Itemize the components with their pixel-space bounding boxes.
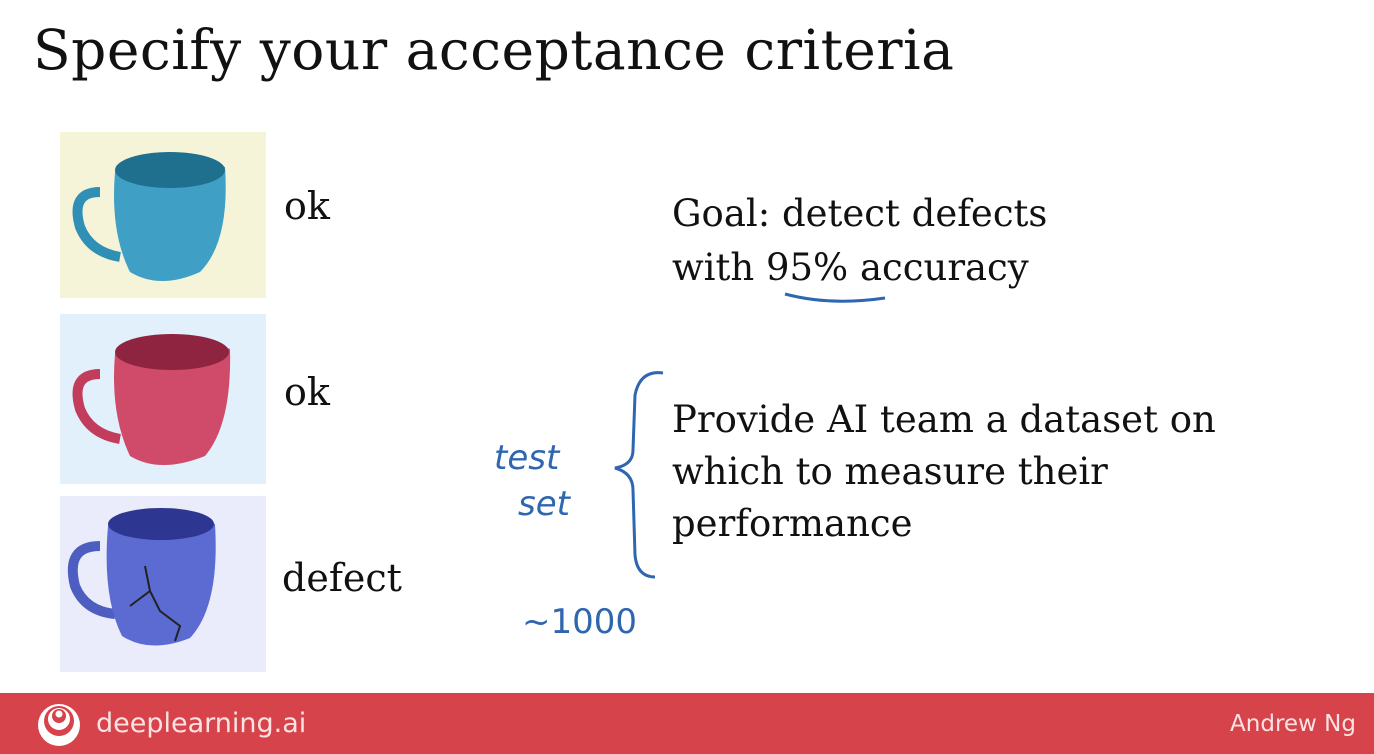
provide-line-3: performance	[672, 502, 913, 545]
provide-line-2: which to measure their	[672, 450, 1108, 493]
label-defect: defect	[282, 556, 402, 600]
goal-line-2: with 95% accuracy	[672, 242, 1029, 294]
mug-image-ok-pink	[60, 314, 266, 484]
annotation-dataset-size: ~1000	[522, 602, 638, 642]
deeplearning-logo-icon	[38, 704, 80, 746]
mug-image-ok-teal	[60, 132, 266, 298]
brand-name: deeplearning.ai	[96, 708, 307, 739]
slide-title: Specify your acceptance criteria	[33, 18, 955, 82]
annotation-set: set	[518, 484, 570, 524]
goal-line-1: Goal: detect defects	[672, 192, 1048, 235]
goal-prefix: with	[672, 246, 766, 289]
underline-annotation	[784, 292, 886, 303]
mug-image-defect	[60, 496, 266, 672]
provide-line-1: Provide AI team a dataset on	[672, 398, 1216, 441]
curly-brace-annotation	[614, 371, 664, 579]
label-ok-2: ok	[284, 370, 330, 414]
goal-accuracy-value: 95%	[765, 246, 849, 289]
label-ok-1: ok	[284, 184, 330, 228]
annotation-test: test	[494, 438, 560, 478]
pink-mug-icon	[72, 334, 231, 465]
author-name: Andrew Ng	[1230, 711, 1356, 737]
goal-suffix: accuracy	[848, 246, 1029, 289]
cracked-mug-icon	[67, 508, 216, 646]
teal-mug-icon	[72, 152, 226, 281]
